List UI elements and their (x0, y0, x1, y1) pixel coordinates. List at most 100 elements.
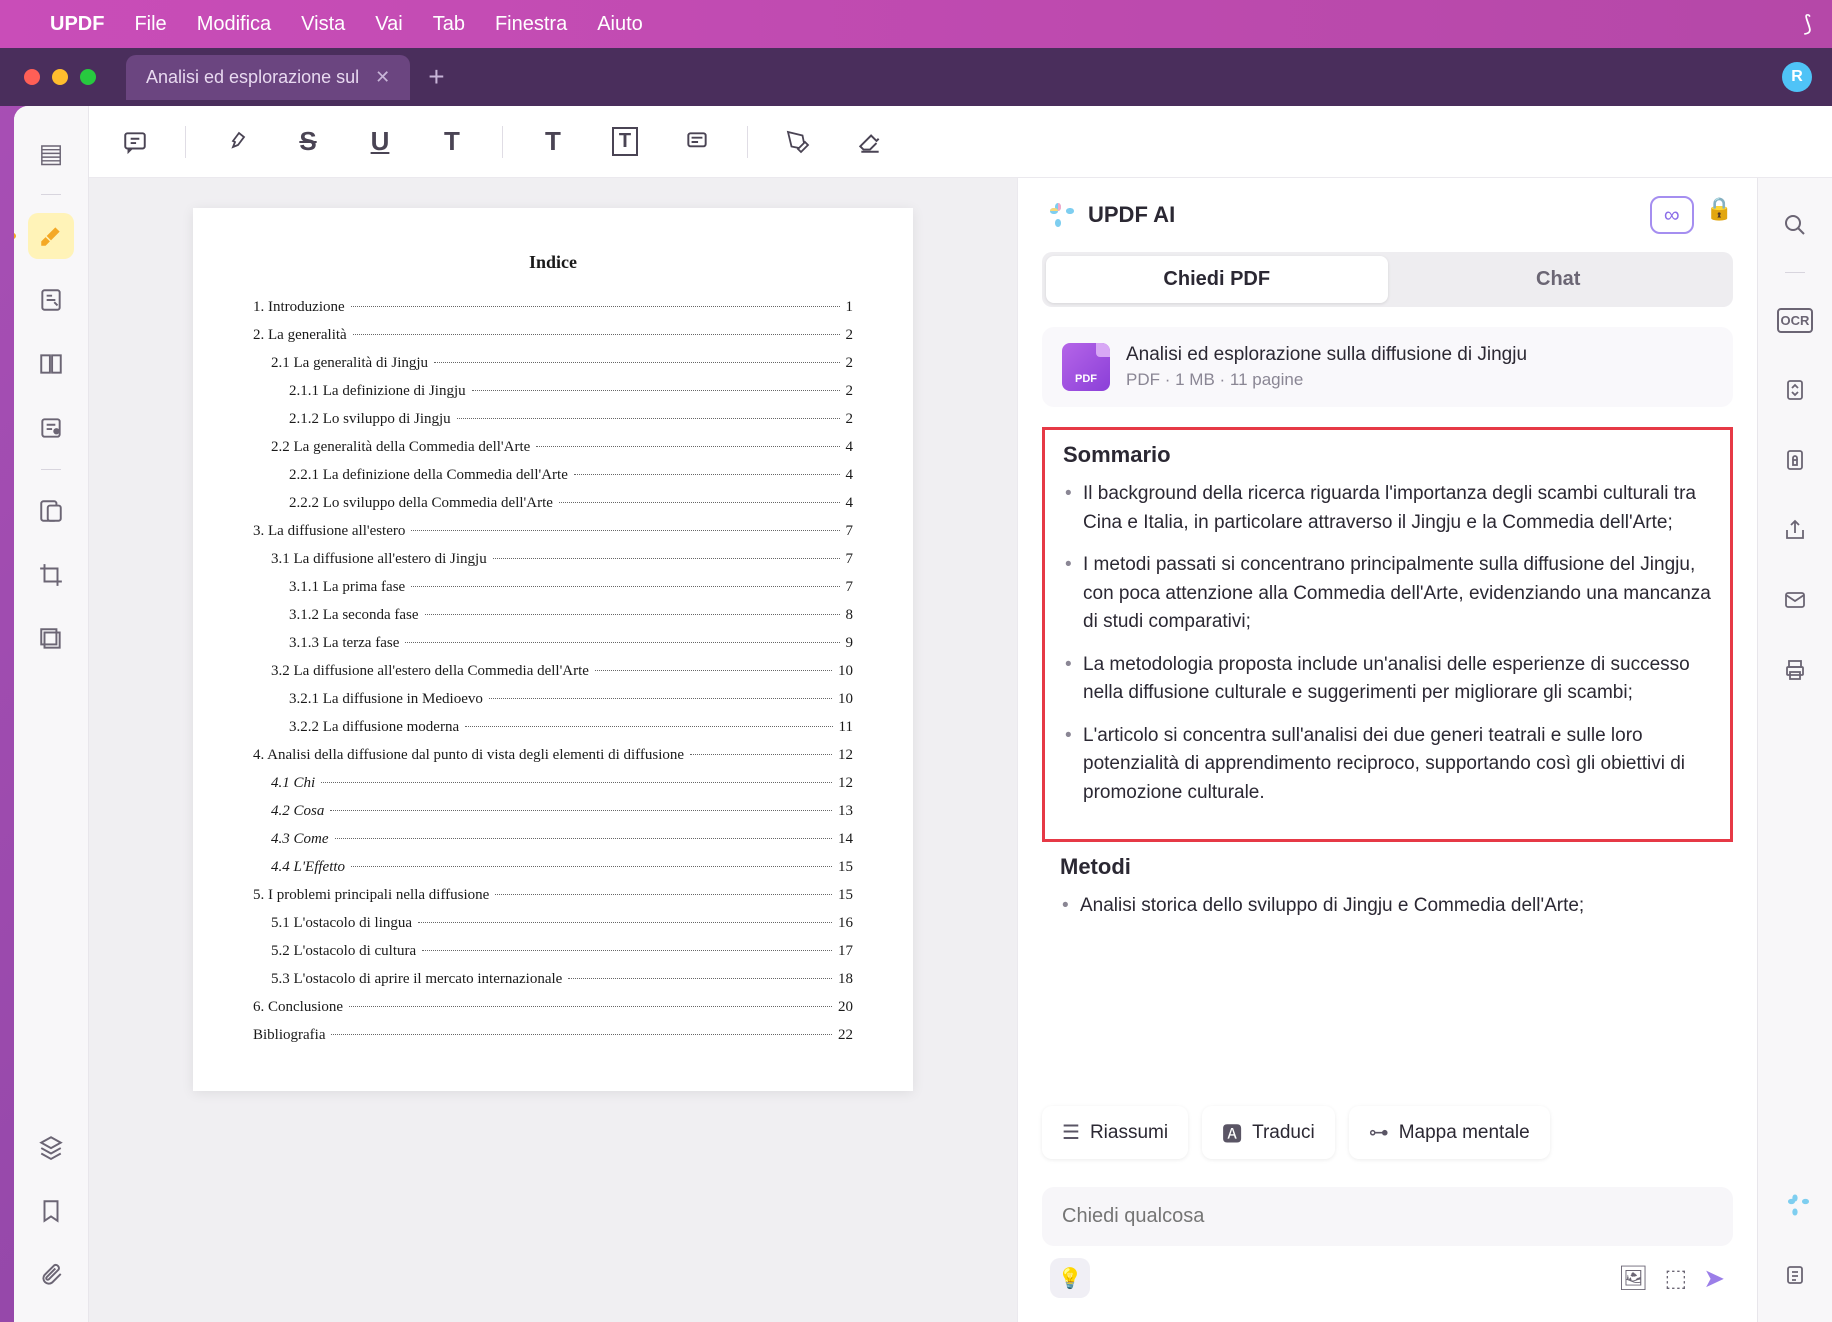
protect-icon[interactable] (1772, 437, 1818, 483)
bookmark-icon[interactable] (28, 1188, 74, 1234)
menu-view[interactable]: Vista (301, 13, 345, 36)
window-maximize-button[interactable] (80, 69, 96, 85)
ai-assistant-icon[interactable] (1772, 1182, 1818, 1228)
squiggly-tool[interactable]: T (430, 120, 474, 164)
page-tool[interactable] (28, 341, 74, 387)
redact-tool[interactable] (28, 488, 74, 534)
toc-entry: 1. Introduzione1 (253, 295, 853, 319)
lock-icon[interactable]: 🔒 (1706, 196, 1733, 234)
share-icon[interactable] (1772, 507, 1818, 553)
suggestions-icon[interactable]: 💡 (1050, 1258, 1090, 1298)
infinity-button[interactable]: ∞ (1650, 196, 1694, 234)
left-sidebar: ▤ (14, 106, 89, 1322)
mac-menubar: UPDF File Modifica Vista Vai Tab Finestr… (0, 0, 1832, 48)
toc-entry: 3.1.2 La seconda fase8 (253, 603, 853, 627)
toc-entry: 2.1.1 La definizione di Jingju2 (253, 379, 853, 403)
toc-entry: 2.2.2 Lo sviluppo della Commedia dell'Ar… (253, 491, 853, 515)
tab-ask-pdf[interactable]: Chiedi PDF (1046, 256, 1388, 303)
toc-entry: 3.1 La diffusione all'estero di Jingju7 (253, 547, 853, 571)
menu-edit[interactable]: Modifica (197, 13, 271, 36)
layers-icon[interactable] (28, 1124, 74, 1170)
menu-file[interactable]: File (134, 13, 166, 36)
comment-tool[interactable] (113, 120, 157, 164)
batch-tool[interactable] (28, 616, 74, 662)
add-tab-button[interactable]: + (428, 61, 444, 93)
document-tabs: Analisi ed esplorazione sul ✕ + (126, 55, 1782, 100)
document-card: PDF Analisi ed esplorazione sulla diffus… (1042, 327, 1733, 407)
toc-entry: 4.4 L'Effetto15 (253, 855, 853, 879)
app-name[interactable]: UPDF (50, 13, 104, 36)
menu-go[interactable]: Vai (375, 13, 402, 36)
list-icon: ☰ (1062, 1120, 1080, 1145)
toc-entry: 6. Conclusione20 (253, 995, 853, 1019)
ai-tabs: Chiedi PDF Chat (1018, 252, 1757, 307)
ai-panel-title: UPDF AI (1088, 202, 1636, 228)
ai-input-area: 💡 🖼 ⬚ ➤ (1018, 1175, 1757, 1322)
ai-chat-input[interactable] (1042, 1187, 1733, 1246)
menubar-extra-icon[interactable]: ⟆ (1803, 11, 1812, 37)
summary-bullet: Il background della ricerca riguarda l'i… (1083, 480, 1712, 537)
document-title: Analisi ed esplorazione sulla diffusione… (1126, 344, 1713, 366)
search-icon[interactable] (1772, 202, 1818, 248)
toc-entry: 5.2 L'ostacolo di cultura17 (253, 939, 853, 963)
pdf-viewer[interactable]: Indice 1. Introduzione12. La generalità2… (89, 178, 1017, 1322)
document-meta: PDF · 1 MB · 11 pagine (1126, 370, 1713, 390)
toc-entry: 3.2.2 La diffusione moderna11 (253, 715, 853, 739)
strikethrough-tool[interactable]: S (286, 120, 330, 164)
menu-window[interactable]: Finestra (495, 13, 567, 36)
menu-help[interactable]: Aiuto (597, 13, 643, 36)
toc-entry: 4.3 Come14 (253, 827, 853, 851)
image-attach-icon[interactable]: 🖼 (1618, 1264, 1648, 1293)
email-icon[interactable] (1772, 577, 1818, 623)
window-minimize-button[interactable] (52, 69, 68, 85)
menu-tab[interactable]: Tab (433, 13, 465, 36)
toc-entry: 3.1.1 La prima fase7 (253, 575, 853, 599)
print-icon[interactable] (1772, 647, 1818, 693)
translate-icon: 🅰 (1222, 1118, 1242, 1147)
summary-highlight-box: Sommario Il background della ricerca rig… (1042, 427, 1733, 842)
highlighter-tool[interactable] (28, 213, 74, 259)
summarize-button[interactable]: ☰Riassumi (1042, 1106, 1188, 1159)
window-close-button[interactable] (24, 69, 40, 85)
notes-icon[interactable] (1772, 1252, 1818, 1298)
toc-entry: 3. La diffusione all'estero7 (253, 519, 853, 543)
ai-panel: UPDF AI ∞ 🔒 Chiedi PDF Chat PDF Anal (1017, 178, 1757, 1322)
crop-tool[interactable] (28, 552, 74, 598)
toc-entry: 5. I problemi principali nella diffusion… (253, 883, 853, 907)
summary-bullet: I metodi passati si concentrano principa… (1083, 551, 1712, 637)
pdf-file-icon: PDF (1062, 343, 1110, 391)
attachment-icon[interactable] (28, 1252, 74, 1298)
mindmap-icon: ⊶ (1369, 1120, 1389, 1145)
crop-attach-icon[interactable]: ⬚ (1665, 1264, 1688, 1293)
toc-entry: Bibliografia22 (253, 1023, 853, 1047)
send-button[interactable]: ➤ (1703, 1263, 1725, 1294)
textbox-tool[interactable]: T (603, 120, 647, 164)
toc-entry: 4.2 Cosa13 (253, 799, 853, 823)
reader-tool[interactable]: ▤ (28, 130, 74, 176)
updf-ai-logo-icon (1042, 199, 1074, 231)
tab-chat[interactable]: Chat (1388, 256, 1730, 303)
text-tool[interactable]: T (531, 120, 575, 164)
form-tool[interactable] (28, 405, 74, 451)
pdf-index-title: Indice (253, 248, 853, 277)
ocr-icon[interactable]: OCR (1772, 297, 1818, 343)
ai-response-content: Sommario Il background della ricerca rig… (1018, 427, 1757, 1090)
tab-close-icon[interactable]: ✕ (375, 67, 390, 88)
callout-tool[interactable] (675, 120, 719, 164)
translate-button[interactable]: 🅰Traduci (1202, 1106, 1335, 1159)
user-avatar[interactable]: R (1782, 62, 1812, 92)
convert-icon[interactable] (1772, 367, 1818, 413)
highlight-tool[interactable] (214, 120, 258, 164)
mindmap-button[interactable]: ⊶Mappa mentale (1349, 1106, 1550, 1159)
document-tab[interactable]: Analisi ed esplorazione sul ✕ (126, 55, 410, 100)
edit-text-tool[interactable] (28, 277, 74, 323)
toc-entry: 3.2 La diffusione all'estero della Comme… (253, 659, 853, 683)
eraser-tool[interactable] (848, 120, 892, 164)
pencil-tool[interactable] (776, 120, 820, 164)
summary-bullet: L'articolo si concentra sull'analisi dei… (1083, 722, 1712, 808)
pdf-page: Indice 1. Introduzione12. La generalità2… (193, 208, 913, 1091)
traffic-lights (24, 69, 96, 85)
underline-tool[interactable]: U (358, 120, 402, 164)
toc-entry: 4.1 Chi12 (253, 771, 853, 795)
toc-entry: 2.1.2 Lo sviluppo di Jingju2 (253, 407, 853, 431)
